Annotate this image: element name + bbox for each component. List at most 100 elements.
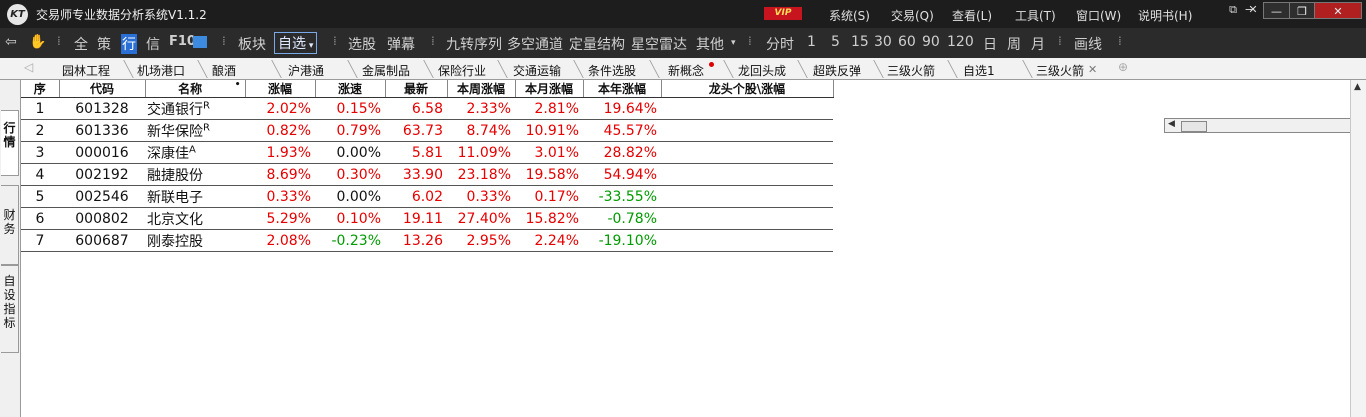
restore-small-icon[interactable]: ⧉ xyxy=(1226,1,1240,19)
sort-indicator-icon: • xyxy=(234,80,241,90)
menu-tools[interactable]: 工具(T) xyxy=(1015,7,1056,24)
tab-niangjiu[interactable]: 酿酒 xyxy=(212,62,236,79)
tool-danmu[interactable]: 弹幕 xyxy=(387,34,415,54)
tool-xuangu[interactable]: 选股 xyxy=(348,34,376,54)
menu-trade[interactable]: 交易(Q) xyxy=(891,7,934,24)
tab-horizontal-scrollbar[interactable]: ◀ ▶ xyxy=(1164,118,1364,133)
col-header-code[interactable]: 代码 xyxy=(59,80,146,98)
tool-bankuai[interactable]: 板块 xyxy=(238,34,266,54)
tool-quan[interactable]: 全 xyxy=(74,34,88,54)
col-header-change[interactable]: 涨幅 xyxy=(245,80,316,98)
period-60[interactable]: 60 xyxy=(898,34,916,50)
table-row[interactable]: 1 601328 交通银行R 2.02% 0.15% 6.58 2.33% 2.81% 19.6… xyxy=(21,97,833,120)
side-tab-zishe[interactable]: 自设指标 xyxy=(1,265,19,353)
toolbar: ⇦ ✋ ⁞ 全 策 行 信 F10 ⁞ 板块 自选 ▾ ⁞ 选股 弹幕 ⁞ 九转… xyxy=(0,28,1366,58)
tab-scroll-left-icon[interactable]: ◁ xyxy=(24,60,33,74)
add-tab-icon[interactable]: ⊕ xyxy=(1118,60,1128,74)
close-button[interactable]: ✕ xyxy=(1314,2,1362,19)
tab-tiaojian[interactable]: 条件选股 xyxy=(588,62,636,79)
maximize-button[interactable]: ❐ xyxy=(1289,2,1315,19)
period-90[interactable]: 90 xyxy=(922,34,940,50)
tool-ce[interactable]: 策 xyxy=(97,34,111,54)
window-icon[interactable] xyxy=(193,36,207,48)
stock-name: 交通银行R xyxy=(145,97,245,120)
period-fenshi[interactable]: 分时 xyxy=(766,34,794,54)
new-indicator-dot xyxy=(709,62,714,67)
menu-window[interactable]: 窗口(W) xyxy=(1076,7,1121,24)
tool-jiuzhuan[interactable]: 九转序列 xyxy=(446,34,502,54)
side-tab-hangqing[interactable]: 行情 xyxy=(1,110,19,176)
period-15[interactable]: 15 xyxy=(851,34,869,50)
tool-xin[interactable]: 信 xyxy=(146,34,160,54)
tool-hangqing[interactable]: 行 xyxy=(121,34,137,54)
minimize-button[interactable]: — xyxy=(1263,2,1290,19)
period-day[interactable]: 日 xyxy=(983,34,997,54)
period-30[interactable]: 30 xyxy=(874,34,892,50)
tool-draw-line[interactable]: 画线 xyxy=(1074,34,1102,54)
leader-cell xyxy=(661,229,833,252)
tab-jichang[interactable]: 机场港口 xyxy=(137,62,185,79)
col-header-name[interactable]: 名称 • xyxy=(145,80,246,98)
vip-badge[interactable]: VIP xyxy=(764,7,802,20)
table-row[interactable]: 5 002546 新联电子 0.33% 0.00% 6.02 0.33% 0.17% -33.5… xyxy=(21,185,833,208)
col-header-speed[interactable]: 涨速 xyxy=(315,80,386,98)
close-small-icon[interactable]: ✕ xyxy=(1246,1,1260,19)
tab-longhuitou[interactable]: 龙回头成 xyxy=(738,62,786,79)
tool-other[interactable]: 其他 xyxy=(696,34,724,54)
change-pct: 2.08% xyxy=(245,229,315,252)
tab-sanji-active[interactable]: 三级火箭 xyxy=(1036,62,1084,79)
col-header-leader[interactable]: 龙头个股\涨幅 xyxy=(661,80,834,98)
tab-sanji-1[interactable]: 三级火箭 xyxy=(887,62,935,79)
period-month[interactable]: 月 xyxy=(1031,34,1045,54)
tool-f10[interactable]: F10 xyxy=(169,34,196,49)
col-header-month[interactable]: 本月涨幅 xyxy=(515,80,584,98)
row-seq: 6 xyxy=(21,207,59,230)
leader-cell xyxy=(661,163,833,186)
table-row[interactable]: 4 002192 融捷股份 8.69% 0.30% 33.90 23.18% 19.58% 54… xyxy=(21,163,833,186)
scroll-up-icon[interactable]: ▲ xyxy=(1354,82,1361,92)
year-change: 28.82% xyxy=(583,141,661,164)
tab-hugangtong[interactable]: 沪港通 xyxy=(288,62,324,79)
col-header-seq[interactable]: 序 xyxy=(21,80,60,98)
tab-yuanlin[interactable]: 园林工程 xyxy=(62,62,110,79)
table-row[interactable]: 6 000802 北京文化 5.29% 0.10% 19.11 27.40% 15.82% -0… xyxy=(21,207,833,230)
period-week[interactable]: 周 xyxy=(1007,34,1021,54)
speed-pct: 0.00% xyxy=(315,141,385,164)
chevron-down-icon[interactable]: ▾ xyxy=(731,38,736,48)
vertical-scrollbar[interactable]: ▲ xyxy=(1350,80,1366,417)
col-header-last[interactable]: 最新 xyxy=(385,80,448,98)
period-120[interactable]: 120 xyxy=(947,34,974,50)
table-row[interactable]: 3 000016 深康佳A 1.93% 0.00% 5.81 11.09% 3.01% 28.8… xyxy=(21,141,833,164)
app-title: 交易师专业数据分析系统V1.1.2 xyxy=(36,8,207,22)
hand-icon[interactable]: ✋ xyxy=(29,34,46,50)
table-row[interactable]: 7 600687 刚泰控股 2.08% -0.23% 13.26 2.95% 2.24% -19… xyxy=(21,229,833,252)
tab-jinshu[interactable]: 金属制品 xyxy=(362,62,410,79)
tab-baoxian[interactable]: 保险行业 xyxy=(438,62,486,79)
side-tab-caiwu[interactable]: 财务 xyxy=(1,185,19,265)
tool-dingliang[interactable]: 定量结构 xyxy=(569,34,625,54)
back-icon[interactable]: ⇦ xyxy=(5,34,17,50)
tab-chaodie[interactable]: 超跌反弹 xyxy=(813,62,861,79)
tab-divider xyxy=(573,60,584,78)
table-row[interactable]: 2 601336 新华保险R 0.82% 0.79% 63.73 8.74% 10.91% 45… xyxy=(21,119,833,142)
tab-zixuan1[interactable]: 自选1 xyxy=(963,62,995,79)
col-header-week[interactable]: 本周涨幅 xyxy=(447,80,516,98)
col-header-year[interactable]: 本年涨幅 xyxy=(583,80,662,98)
menu-system[interactable]: 系统(S) xyxy=(829,7,870,24)
scroll-left-icon[interactable]: ◀ xyxy=(1168,119,1175,129)
stock-name: 新联电子 xyxy=(145,185,245,208)
month-change: 19.58% xyxy=(515,163,583,186)
week-change: 23.18% xyxy=(447,163,515,186)
tool-zixuan-dropdown[interactable]: 自选 ▾ xyxy=(274,32,318,54)
period-1[interactable]: 1 xyxy=(807,34,816,50)
scroll-thumb[interactable] xyxy=(1181,121,1207,132)
tool-duokong[interactable]: 多空通道 xyxy=(507,34,563,54)
period-5[interactable]: 5 xyxy=(831,34,840,50)
close-tab-icon[interactable]: ✕ xyxy=(1088,63,1097,76)
tab-divider xyxy=(497,60,508,78)
menu-view[interactable]: 查看(L) xyxy=(952,7,992,24)
tool-xingkong[interactable]: 星空雷达 xyxy=(631,34,687,54)
tab-xingainian[interactable]: 新概念 xyxy=(668,62,704,79)
menu-help[interactable]: 说明书(H) xyxy=(1138,7,1192,24)
tab-jiaotong[interactable]: 交通运输 xyxy=(513,62,561,79)
